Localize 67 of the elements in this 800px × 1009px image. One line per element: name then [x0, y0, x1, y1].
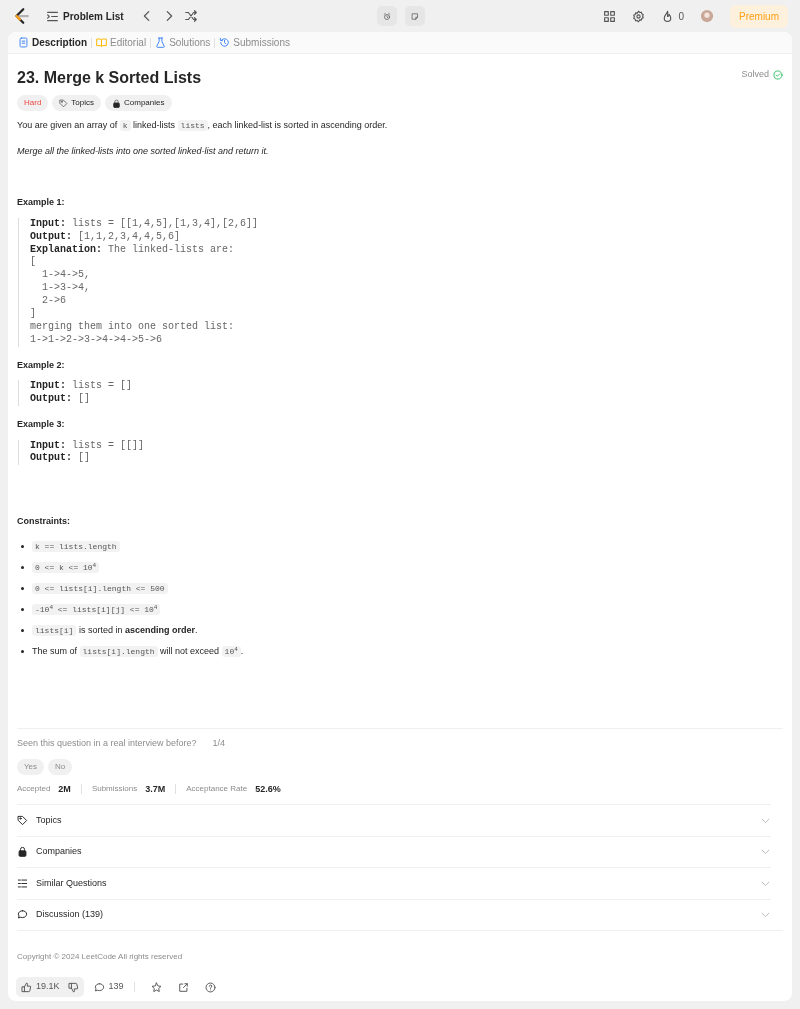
tag-icon [59, 98, 69, 108]
stat-label: Acceptance Rate [186, 783, 248, 796]
constraint-item: The sum of lists[i].length will not exceed 10$^{4}$ . [32, 644, 244, 659]
tab[interactable]: Description [14, 35, 91, 50]
bullet-icon [21, 649, 24, 653]
avatar-icon [700, 9, 714, 23]
list-icon [17, 877, 28, 889]
thumbs-up-icon [21, 981, 32, 993]
shuffle-icon[interactable] [183, 9, 198, 23]
settings-icon [632, 9, 646, 23]
thumbs-down-icon[interactable] [67, 981, 79, 993]
constraint-item: 0 <= lists[i].length <= 500 [32, 580, 168, 596]
bullet-icon [21, 544, 24, 548]
accordion-section[interactable]: Companies [17, 835, 771, 867]
vote-count: 1/4 [212, 737, 226, 750]
stat-value: 52.6% [255, 782, 281, 796]
example-code-block: Input: lists = [[]] Output: [] [18, 439, 783, 466]
difficulty-badge: Hard [17, 95, 49, 112]
description-paragraph: Merge all the linked-lists into one sorted linked-list and return it. [17, 144, 270, 158]
share-icon[interactable] [177, 981, 189, 993]
problem-title: 23. Merge k Sorted Lists [17, 68, 202, 88]
constraint-item: 0 <= k <= 10$^{4}$ [32, 559, 100, 575]
constraint-item: lists[i] is sorted in ascending order. [32, 622, 198, 638]
stat-value: 2M [58, 782, 71, 796]
stat-label: Accepted [17, 783, 51, 796]
alarm-clock-button[interactable] [376, 6, 397, 26]
example-heading: Example 2: [17, 358, 66, 372]
document-icon [18, 37, 29, 48]
tag-icon [17, 814, 28, 826]
bullet-icon [21, 586, 24, 590]
example-code-block: Input: lists = [[1,4,5],[1,3,4],[2,6]] Output: [1,1,2,3,4,4,5,6] Explanation: The linked-lists are: [ 1->4->5, 1->3->4, 2->6 ] merging them into one sorted list: 1->1->2->3->4->4->5->6 [18, 217, 783, 347]
note-button[interactable] [404, 6, 425, 26]
list-icon [46, 9, 59, 23]
history-icon [219, 37, 231, 48]
book-icon [96, 37, 107, 48]
copyright-text: Copyright © 2024 LeetCode All rights reserved [17, 930, 783, 973]
tag-chip[interactable]: Topics [52, 95, 102, 112]
comments-button[interactable]: 139 [93, 980, 124, 994]
solved-status: Solved [741, 67, 783, 82]
accordion-section[interactable]: Discussion (139) [17, 898, 771, 930]
example-heading: Example 3: [17, 418, 66, 432]
constraint-item: -10$^{4}$ <= lists[i][j] <= 10$^{4}$ [32, 601, 161, 617]
interview-question: Seen this question in a real interview before? [17, 737, 197, 750]
bullet-icon [21, 607, 24, 611]
description-paragraph: You are given an array of k linked-lists lists , each linked-list is sorted in ascending order. [17, 119, 389, 133]
grid-icon [603, 9, 617, 23]
stat-label: Submissions [91, 783, 138, 796]
lock-icon [112, 98, 122, 108]
bullet-icon [21, 565, 24, 569]
lock-icon [17, 846, 28, 858]
constraints-heading: Constraints: [17, 515, 71, 529]
check-circle-icon [773, 69, 783, 80]
stat-value: 3.7M [145, 782, 166, 796]
tag-chip[interactable]: Companies [105, 95, 172, 112]
help-icon[interactable] [204, 981, 216, 993]
flask-icon [155, 37, 167, 48]
bullet-icon [21, 628, 24, 632]
accordion-section[interactable]: Similar Questions [17, 867, 771, 899]
star-icon[interactable] [150, 981, 162, 993]
accordion-section[interactable]: Topics [17, 804, 771, 836]
problem-list-link[interactable]: Problem List [46, 8, 124, 24]
constraint-item: k == lists.length [32, 538, 120, 554]
chat-icon [93, 981, 105, 993]
chat-icon [17, 909, 28, 921]
example-code-block: Input: lists = [] Output: [] [18, 380, 783, 407]
streak-counter[interactable]: 0 [661, 8, 684, 24]
example-heading: Example 1: [17, 196, 66, 210]
